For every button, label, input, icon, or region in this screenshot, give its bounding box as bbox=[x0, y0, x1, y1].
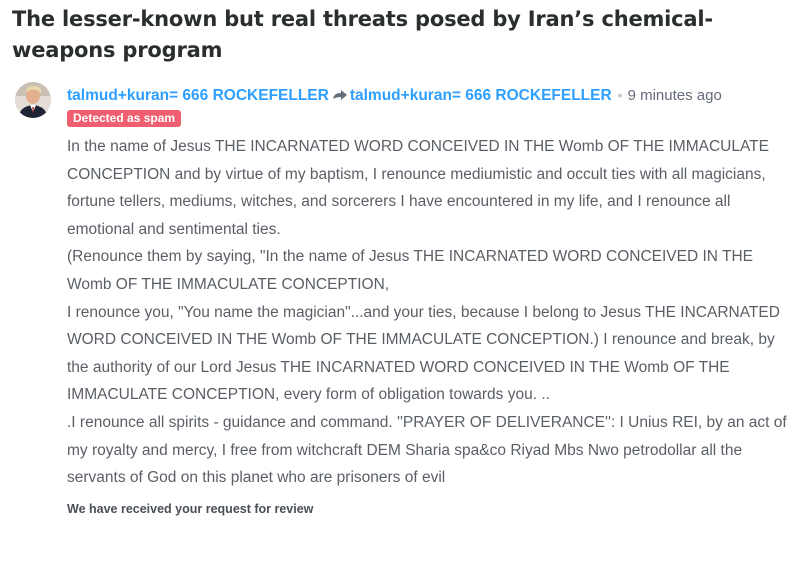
review-notice: We have received your request for review bbox=[67, 501, 314, 516]
reply-to-author-link[interactable]: talmud+kuran= 666 ROCKEFELLER bbox=[350, 87, 612, 104]
post-body: talmud+kuran= 666 ROCKEFELLER talmud+kura… bbox=[67, 82, 793, 516]
message-paragraph: (Renounce them by saying, "In the name o… bbox=[67, 248, 753, 293]
comment-message: In the name of Jesus THE INCARNATED WORD… bbox=[67, 133, 793, 492]
timestamp-link[interactable]: 9 minutes ago bbox=[628, 87, 722, 104]
meta-separator: • bbox=[617, 87, 623, 103]
avatar-photo-icon bbox=[15, 82, 51, 118]
spam-badge: Detected as spam bbox=[67, 110, 182, 127]
reply-arrow-icon bbox=[332, 89, 348, 101]
message-paragraph: In the name of Jesus THE INCARNATED WORD… bbox=[67, 138, 769, 238]
message-paragraph: I renounce you, "You name the magician".… bbox=[67, 303, 780, 404]
thread-title: The lesser-known but real threats posed … bbox=[12, 7, 713, 62]
message-paragraph: .I renounce all spirits - guidance and c… bbox=[67, 413, 787, 487]
avatar[interactable] bbox=[15, 82, 51, 118]
post-meta: talmud+kuran= 666 ROCKEFELLER talmud+kura… bbox=[67, 82, 793, 108]
author-link[interactable]: talmud+kuran= 666 ROCKEFELLER bbox=[67, 87, 329, 104]
